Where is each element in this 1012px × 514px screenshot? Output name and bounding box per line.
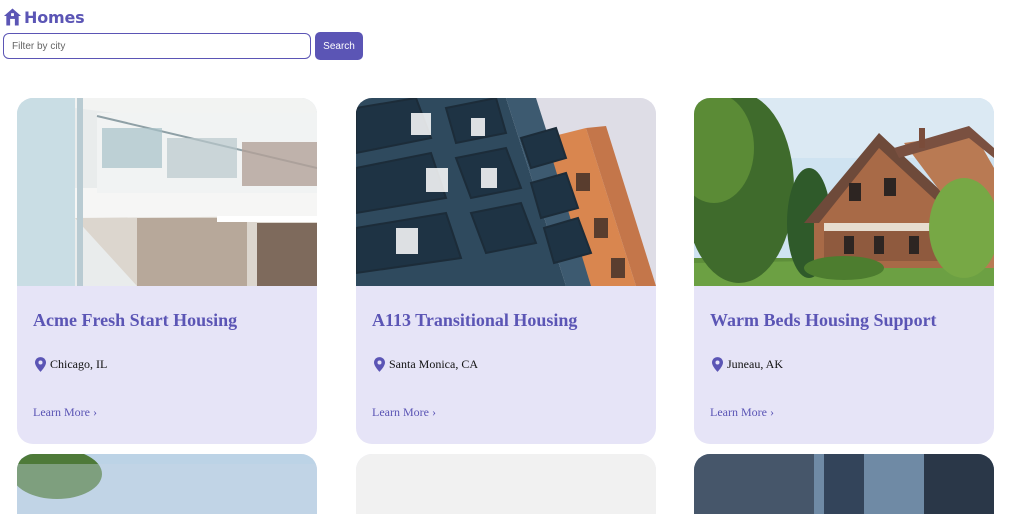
card-title: A113 Transitional Housing xyxy=(372,310,578,330)
search-button[interactable]: Search xyxy=(315,32,363,60)
card-image xyxy=(17,98,317,286)
location-pin-icon xyxy=(374,357,385,372)
card-image xyxy=(694,454,994,514)
learn-more-link[interactable]: Learn More › xyxy=(710,405,774,420)
housing-card-partial xyxy=(17,454,317,514)
card-location: Santa Monica, CA xyxy=(374,357,478,372)
city-filter-input[interactable] xyxy=(3,33,311,59)
brand[interactable]: Homes xyxy=(3,5,85,29)
housing-card-partial xyxy=(694,454,994,514)
card-location: Juneau, AK xyxy=(712,357,783,372)
card-location: Chicago, IL xyxy=(35,357,107,372)
learn-more-link[interactable]: Learn More › xyxy=(372,405,436,420)
housing-card: Acme Fresh Start Housing Chicago, IL Lea… xyxy=(17,98,317,444)
card-image xyxy=(356,98,656,286)
search-bar: Search xyxy=(3,32,363,60)
learn-more-link[interactable]: Learn More › xyxy=(33,405,97,420)
card-title: Warm Beds Housing Support xyxy=(710,310,937,330)
card-image xyxy=(694,98,994,286)
house-icon xyxy=(3,8,22,26)
card-location-text: Juneau, AK xyxy=(727,357,783,371)
location-pin-icon xyxy=(35,357,46,372)
card-location-text: Chicago, IL xyxy=(50,357,108,371)
card-image xyxy=(356,454,656,514)
housing-card: A113 Transitional Housing Santa Monica, … xyxy=(356,98,656,444)
housing-card: Warm Beds Housing Support Juneau, AK Lea… xyxy=(694,98,994,444)
card-image xyxy=(17,454,317,514)
card-location-text: Santa Monica, CA xyxy=(389,357,478,371)
brand-title: Homes xyxy=(24,7,85,27)
location-pin-icon xyxy=(712,357,723,372)
card-title: Acme Fresh Start Housing xyxy=(33,310,238,330)
housing-card-partial xyxy=(356,454,656,514)
